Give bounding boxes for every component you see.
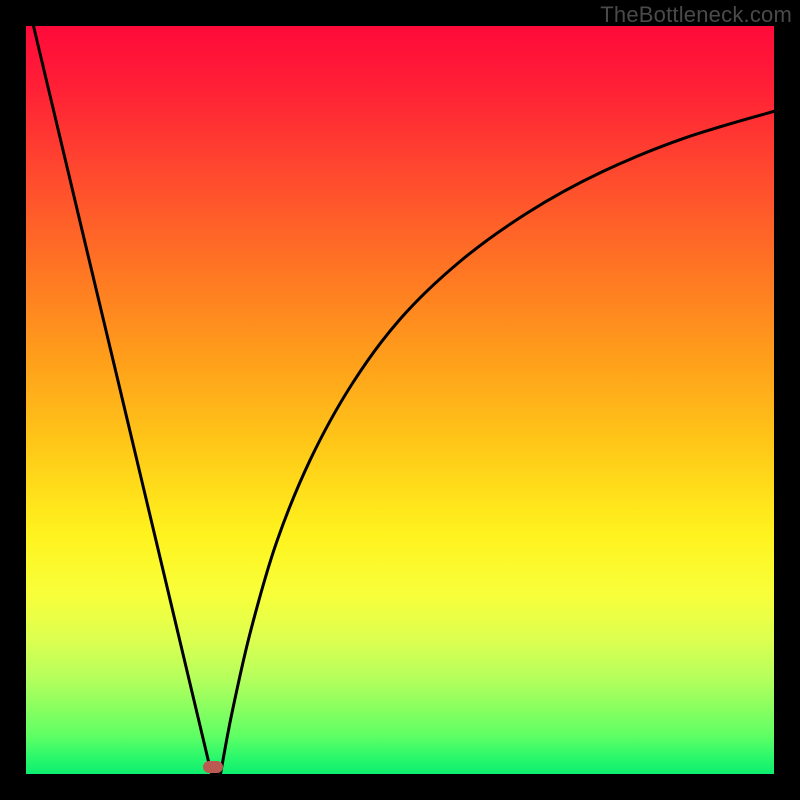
watermark-text: TheBottleneck.com [600, 2, 792, 28]
optimum-marker [203, 761, 223, 773]
bottleneck-curve [34, 26, 775, 774]
plot-area [26, 26, 774, 774]
chart-frame: TheBottleneck.com [0, 0, 800, 800]
curve-svg [26, 26, 774, 774]
